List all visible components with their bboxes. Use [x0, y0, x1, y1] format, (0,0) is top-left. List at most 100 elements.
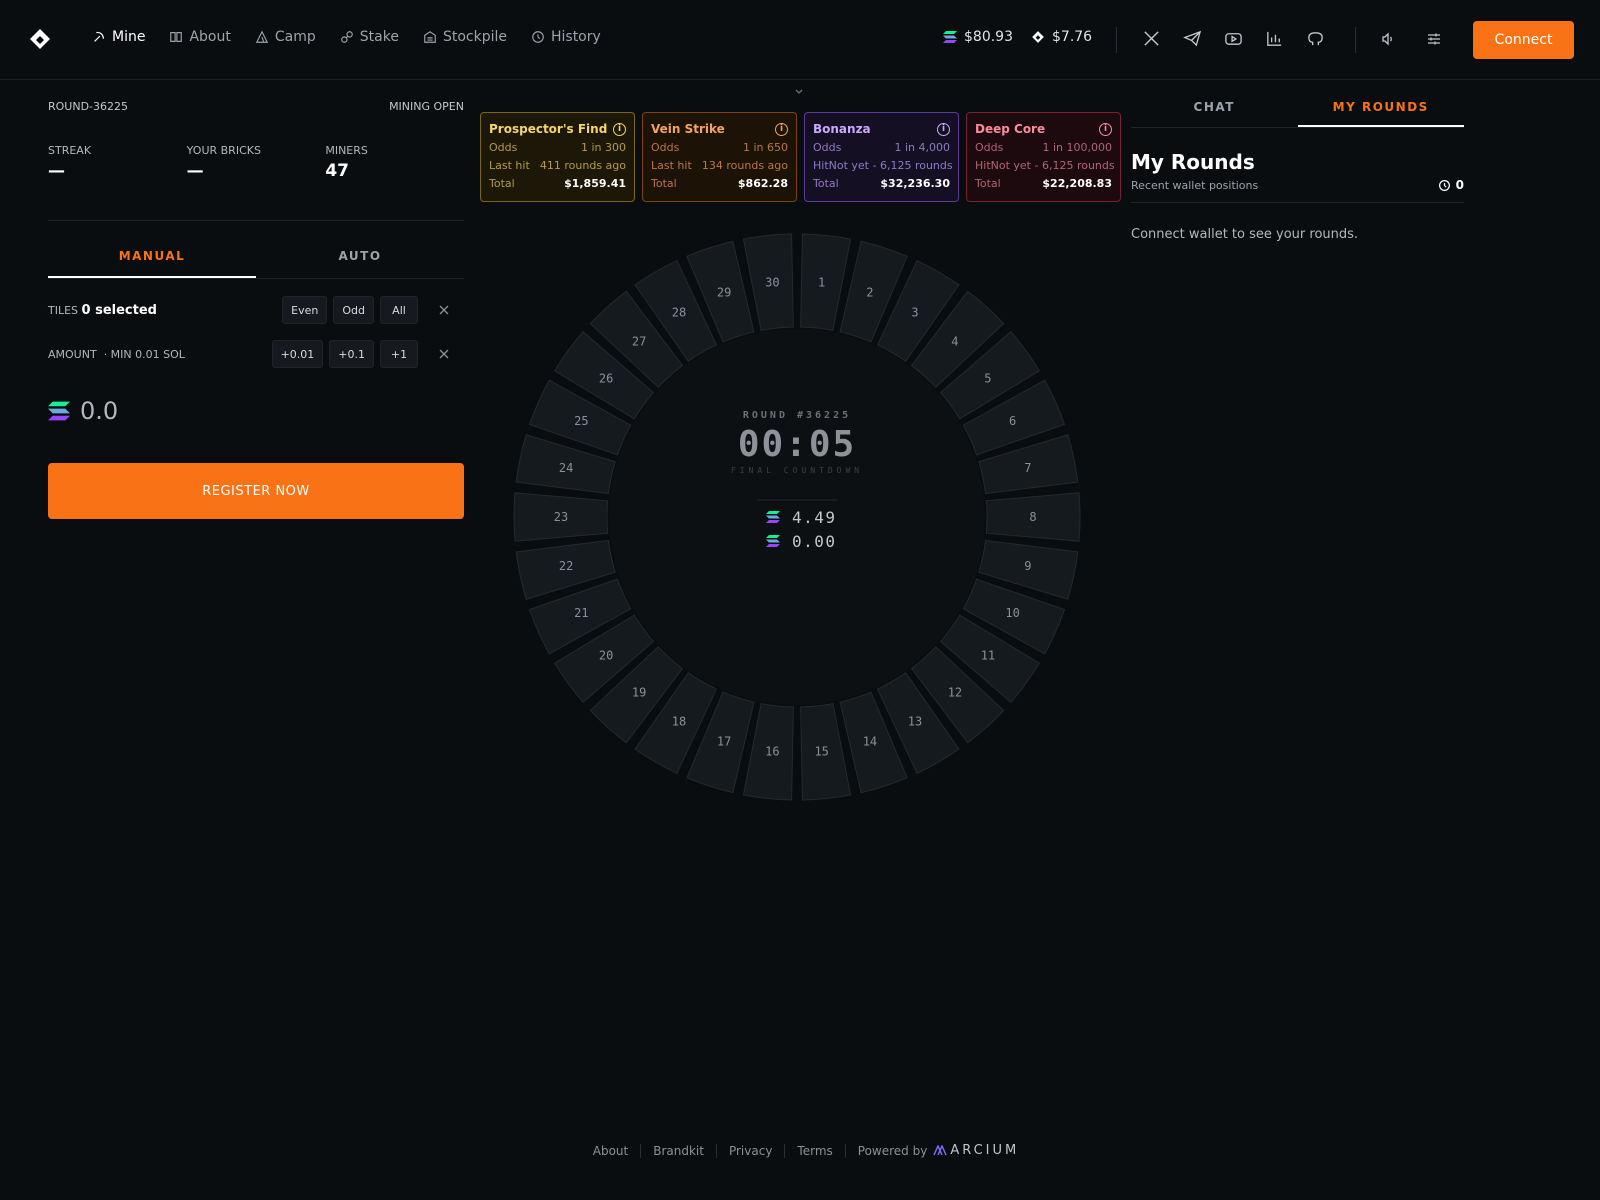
odd-tiles-button[interactable]: Odd — [333, 296, 374, 324]
wheel-tile-label: 13 — [908, 714, 922, 728]
clear-tiles-button[interactable] — [424, 296, 464, 324]
github-icon[interactable] — [1306, 29, 1325, 48]
top-nav-bar: Mine About Camp Stake Stockpile History … — [0, 0, 1600, 80]
amount-min: · MIN 0.01 SOL — [103, 347, 185, 361]
card-header: Bonanza i — [813, 120, 950, 138]
sol-price-value: $80.93 — [964, 29, 1013, 45]
solana-icon — [48, 401, 70, 421]
clear-amount-button[interactable] — [424, 340, 464, 368]
stat-label: YOUR BRICKS — [186, 144, 261, 157]
info-icon[interactable]: i — [1099, 122, 1112, 136]
wheel-round-label: ROUND #36225 — [743, 410, 851, 421]
logo-icon[interactable] — [28, 27, 52, 51]
x-twitter-icon[interactable] — [1142, 29, 1161, 48]
nav-label: Stockpile — [442, 29, 507, 45]
nav-item-about[interactable]: About — [169, 29, 231, 45]
total-value: $22,208.83 — [1042, 177, 1112, 190]
total-label: Total — [489, 177, 515, 190]
wheel-tile-label: 29 — [717, 286, 731, 300]
powered-by: Powered by ARCIUM — [846, 1143, 1019, 1158]
pickaxe-icon — [94, 31, 104, 42]
volume-icon[interactable] — [1380, 31, 1396, 47]
footer-link-about[interactable]: About — [581, 1144, 640, 1158]
wheel-tile-label: 24 — [559, 461, 573, 475]
total-value: $32,236.30 — [880, 177, 950, 190]
add-0.1-button[interactable]: +0.1 — [329, 340, 374, 368]
jackpot-card-deep-core[interactable]: Deep Core i Odds 1 in 100,000 Hit Not yet … — [966, 112, 1121, 202]
tab-my-rounds[interactable]: MY ROUNDS — [1297, 96, 1464, 127]
odds-label: Odds — [651, 141, 680, 154]
wheel-tile-label: 17 — [717, 734, 731, 748]
token-logo-icon — [1032, 31, 1044, 43]
my-deployed: 0.00 — [792, 532, 837, 551]
odds-label: Odds — [975, 141, 1004, 154]
wheel-tile-label: 19 — [632, 685, 646, 699]
card-odds: Odds 1 in 100,000 — [975, 141, 1112, 156]
warehouse-icon — [424, 31, 436, 43]
stat-value: — — [48, 161, 65, 181]
rounds-count-value: 0 — [1455, 178, 1464, 192]
divider — [1116, 27, 1117, 53]
wheel-tile-label: 28 — [672, 306, 686, 320]
sliders-icon[interactable] — [1426, 31, 1442, 47]
all-tiles-button[interactable]: All — [380, 296, 418, 324]
wheel-tile-label: 8 — [1029, 510, 1036, 524]
info-icon[interactable]: i — [937, 122, 950, 136]
tab-chat[interactable]: CHAT — [1131, 96, 1298, 127]
wheel-tile-label: 2 — [866, 286, 873, 300]
jackpot-card-prospectors-find[interactable]: Prospector's Find i Odds 1 in 300 Last hi… — [480, 112, 635, 202]
wheel-tile-label: 7 — [1024, 461, 1031, 475]
total-label: Total — [651, 177, 677, 190]
tile-wheel: 1234567891011121314151617181920212223242… — [513, 233, 1081, 801]
tab-auto[interactable]: AUTO — [256, 249, 464, 278]
card-last-hit: Hit Not yet - 6,125 rounds — [975, 159, 1115, 174]
nav-item-stockpile[interactable]: Stockpile — [423, 29, 507, 45]
add-1-button[interactable]: +1 — [380, 340, 418, 368]
footer-link-brandkit[interactable]: Brandkit — [641, 1144, 716, 1158]
wheel-tile-1[interactable] — [800, 233, 852, 332]
add-0.01-button[interactable]: +0.01 — [271, 340, 324, 368]
telegram-icon[interactable] — [1183, 29, 1202, 48]
wheel-tile-label: 20 — [599, 649, 613, 663]
chart-icon[interactable] — [1265, 29, 1284, 48]
amount-input[interactable]: 0.0 — [48, 397, 464, 425]
nav-item-camp[interactable]: Camp — [255, 29, 316, 45]
nav-label: Mine — [112, 29, 146, 45]
empty-state-message: Connect wallet to see your rounds. — [1131, 227, 1359, 242]
chevron-down-icon[interactable] — [793, 86, 805, 98]
card-title: Vein Strike — [651, 122, 725, 136]
footer-link-privacy[interactable]: Privacy — [717, 1144, 784, 1158]
nav-label: About — [189, 29, 231, 45]
connect-wallet-button[interactable]: Connect — [1473, 21, 1574, 59]
nav-item-history[interactable]: History — [531, 29, 601, 45]
youtube-icon[interactable] — [1224, 29, 1243, 48]
card-odds: Odds 1 in 650 — [651, 141, 788, 156]
stats-row: STREAK — YOUR BRICKS — MINERS 47 — [48, 144, 464, 204]
history-icon — [532, 31, 544, 43]
info-icon[interactable]: i — [775, 122, 788, 136]
jackpot-card-bonanza[interactable]: Bonanza i Odds 1 in 4,000 Hit Not yet - 6,… — [804, 112, 959, 202]
register-now-button[interactable]: REGISTER NOW — [48, 463, 464, 519]
arcium-logo[interactable]: ARCIUM — [933, 1143, 1019, 1158]
jackpot-card-vein-strike[interactable]: Vein Strike i Odds 1 in 650 Last hit 134 r… — [642, 112, 797, 202]
stat-your-bricks: YOUR BRICKS — — [187, 144, 326, 204]
card-last-hit: Last hit 411 rounds ago — [489, 159, 626, 174]
even-tiles-button[interactable]: Even — [282, 296, 328, 324]
nav-item-stake[interactable]: Stake — [340, 29, 399, 45]
footer: About Brandkit Privacy Terms Powered by … — [0, 1143, 1600, 1158]
nav-item-mine[interactable]: Mine — [92, 29, 145, 45]
card-title: Prospector's Find — [489, 122, 608, 136]
book-icon — [170, 32, 183, 42]
panel-title: My Rounds — [1131, 150, 1255, 174]
mode-tabs: MANUAL AUTO — [48, 249, 464, 279]
mining-status: MINING OPEN — [389, 100, 464, 113]
panel-subtitle: Recent wallet positions — [1131, 178, 1259, 192]
odds-value: 1 in 650 — [742, 141, 788, 154]
footer-link-terms[interactable]: Terms — [785, 1144, 844, 1158]
stat-label: STREAK — [48, 144, 92, 157]
tab-manual[interactable]: MANUAL — [48, 249, 256, 278]
info-icon[interactable]: i — [613, 122, 626, 136]
wheel-tile-label: 5 — [984, 371, 991, 385]
wheel-tile-label: 30 — [765, 275, 779, 289]
tile-buttons: Even Odd All — [282, 296, 464, 324]
